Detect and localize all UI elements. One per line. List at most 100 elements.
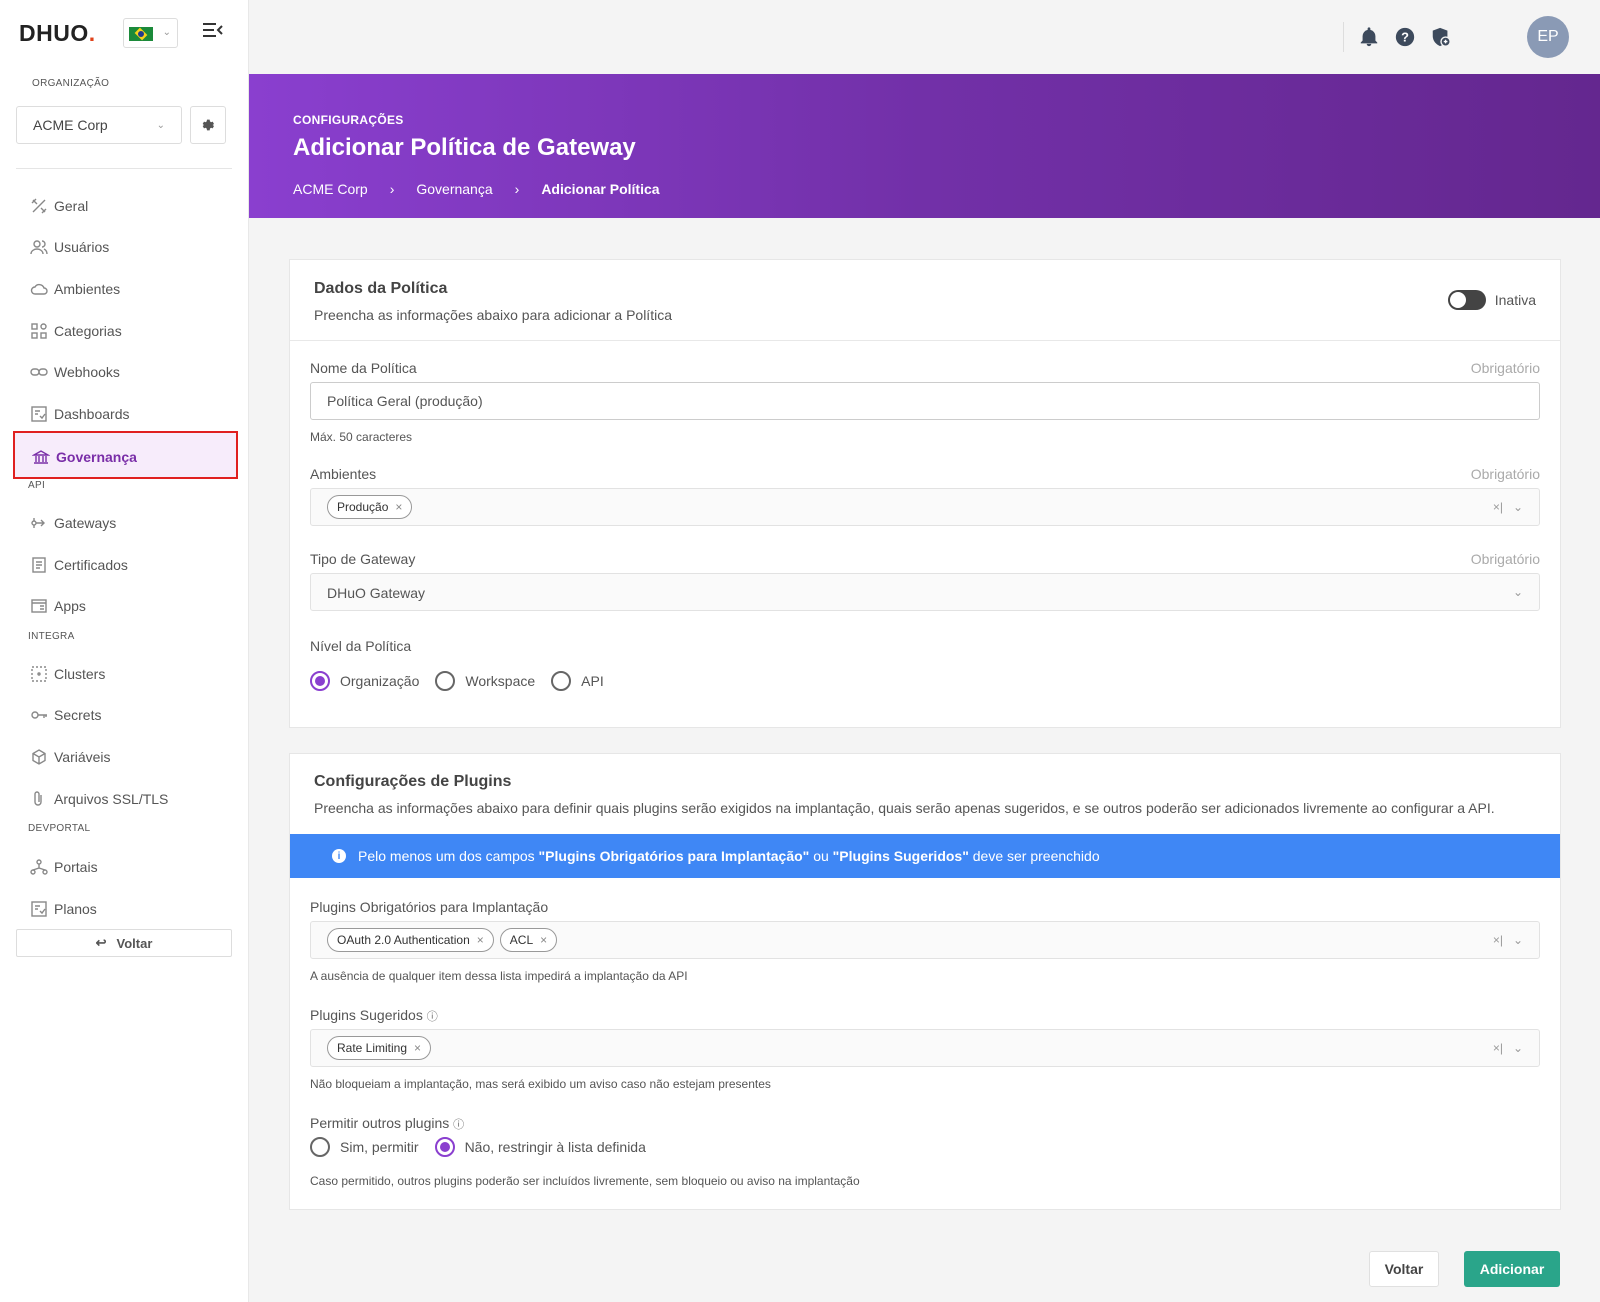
breadcrumb-separator: › [514,181,520,197]
remove-tag-icon[interactable]: × [414,1041,421,1055]
breadcrumb-governanca[interactable]: Governança [416,181,492,197]
brazil-flag-icon [129,27,153,41]
radio-circle[interactable] [551,671,572,691]
chevron-down-icon: ⌄ [162,27,171,38]
sidebar-item-secrets[interactable]: Secrets [30,705,101,725]
app-window-icon [31,599,47,613]
environments-select[interactable]: Produção × ×| ⌄ [310,488,1540,526]
collapse-menu-icon[interactable] [202,21,224,45]
sidebar-back-button[interactable]: ↩ Voltar [16,929,232,957]
sidebar-item-label: Certificados [54,557,128,573]
policy-name-input[interactable]: Política Geral (produção) [310,382,1540,420]
breadcrumb-org[interactable]: ACME Corp [293,181,368,197]
radio-label: API [581,673,604,689]
sidebar-item-apps[interactable]: Apps [30,596,86,616]
allow-plugins-hint: Caso permitido, outros plugins poderão s… [310,1174,860,1188]
add-button[interactable]: Adicionar [1464,1251,1560,1287]
svg-text:?: ? [1401,30,1409,45]
radio-api[interactable]: API [551,671,604,691]
required-plugins-select[interactable]: OAuth 2.0 Authentication × ACL × ×| ⌄ [310,921,1540,959]
back-button[interactable]: Voltar [1369,1251,1439,1287]
breadcrumb-separator: › [389,181,395,197]
required-label: Obrigatório [1470,466,1540,482]
clear-icon[interactable]: ×| [1493,933,1503,947]
sidebar-item-clusters[interactable]: Clusters [30,664,105,684]
key-icon [31,711,47,719]
sidebar-item-usuarios[interactable]: Usuários [30,237,109,257]
sidebar-item-label: Secrets [54,707,102,723]
info-banner: i Pelo menos um dos campos "Plugins Obri… [290,834,1560,878]
sidebar-item-certificados[interactable]: Certificados [30,555,128,575]
org-select[interactable]: ACME Corp ⌄ [16,106,182,144]
sidebar-item-governanca-content: Governança [32,447,137,467]
radio-allow-yes[interactable]: Sim, permitir [310,1137,419,1157]
language-select[interactable]: ⌄ [123,18,178,48]
remove-tag-icon[interactable]: × [540,933,547,947]
remove-tag-icon[interactable]: × [395,500,402,514]
bell-icon[interactable] [1358,26,1380,48]
policy-data-card: Dados da Política Preencha as informaçõe… [289,259,1561,728]
sidebar-item-governanca[interactable]: Governança [13,431,238,479]
breadcrumb-current: Adicionar Política [541,181,660,197]
clear-icon[interactable]: ×| [1493,500,1503,514]
sidebar-item-label: Arquivos SSL/TLS [54,791,169,807]
sidebar-item-label: Variáveis [54,749,111,765]
environment-tag: Produção × [327,495,413,519]
sidebar-item-label: Webhooks [54,364,120,380]
sidebar-item-label: Geral [54,198,89,214]
sidebar-item-gateways[interactable]: Gateways [30,513,116,533]
link-icon [30,368,48,376]
sidebar-item-geral[interactable]: Geral [30,196,88,216]
shield-icon[interactable] [1430,26,1452,48]
info-circle-icon[interactable]: ⓘ [427,1011,438,1023]
chevron-down-icon[interactable]: ⌄ [1513,1041,1523,1055]
radio-circle[interactable] [310,671,330,691]
sidebar-item-dashboards[interactable]: Dashboards [30,404,130,424]
sidebar-item-planos[interactable]: Planos [30,899,97,919]
help-icon[interactable]: ? [1394,26,1416,48]
info-icon: i [332,849,346,863]
plugins-card-title: Configurações de Plugins [314,773,512,790]
radio-organizacao[interactable]: Organização [310,671,419,691]
radio-allow-no[interactable]: Não, restringir à lista definida [434,1137,646,1157]
page-section-label: CONFIGURAÇÕES [293,113,404,127]
org-settings-button[interactable] [190,106,226,144]
radio-circle[interactable] [310,1137,330,1157]
sidebar-item-categorias[interactable]: Categorias [30,321,122,341]
users-icon [30,240,48,255]
integra-section-label: INTEGRA [28,631,75,642]
required-plugins-hint: A ausência de qualquer item dessa lista … [310,969,688,983]
sidebar-divider [16,168,232,169]
chevron-down-icon[interactable]: ⌄ [1513,500,1523,514]
remove-tag-icon[interactable]: × [477,933,484,947]
active-toggle[interactable] [1448,290,1486,310]
info-circle-icon[interactable]: ⓘ [453,1119,464,1131]
cube-icon [32,749,46,765]
sidebar-item-webhooks[interactable]: Webhooks [30,362,120,382]
sidebar-item-label: Planos [54,901,97,917]
user-avatar[interactable]: EP [1527,16,1569,58]
gateway-type-select[interactable]: DHuO Gateway ⌄ [310,573,1540,611]
sidebar-item-variaveis[interactable]: Variáveis [30,747,111,767]
tag-label: Rate Limiting [337,1041,408,1055]
clear-icon[interactable]: ×| [1493,1041,1503,1055]
chevron-down-icon[interactable]: ⌄ [1513,585,1523,599]
tag-label: Produção [337,500,389,514]
sidebar-item-ambientes[interactable]: Ambientes [30,279,120,299]
sidebar-item-label: Dashboards [54,406,130,422]
sidebar-item-arquivos-ssl[interactable]: Arquivos SSL/TLS [30,789,168,809]
page-title: Adicionar Política de Gateway [293,134,636,161]
radio-workspace[interactable]: Workspace [435,671,535,691]
radio-circle[interactable] [434,1137,455,1157]
active-toggle-label: Inativa [1494,292,1536,308]
chevron-down-icon[interactable]: ⌄ [1513,933,1523,947]
plugins-config-card: Configurações de Plugins Preencha as inf… [289,753,1561,1210]
top-icon-group: ? [1343,22,1452,52]
suggested-plugins-select[interactable]: Rate Limiting × ×| ⌄ [310,1029,1540,1067]
plans-icon [31,901,47,917]
gateway-type-label: Tipo de Gateway [310,551,416,567]
sidebar-item-portais[interactable]: Portais [30,857,98,877]
app-logo[interactable]: DHUO. [19,20,96,47]
bank-icon [32,450,50,464]
radio-circle[interactable] [435,671,456,691]
